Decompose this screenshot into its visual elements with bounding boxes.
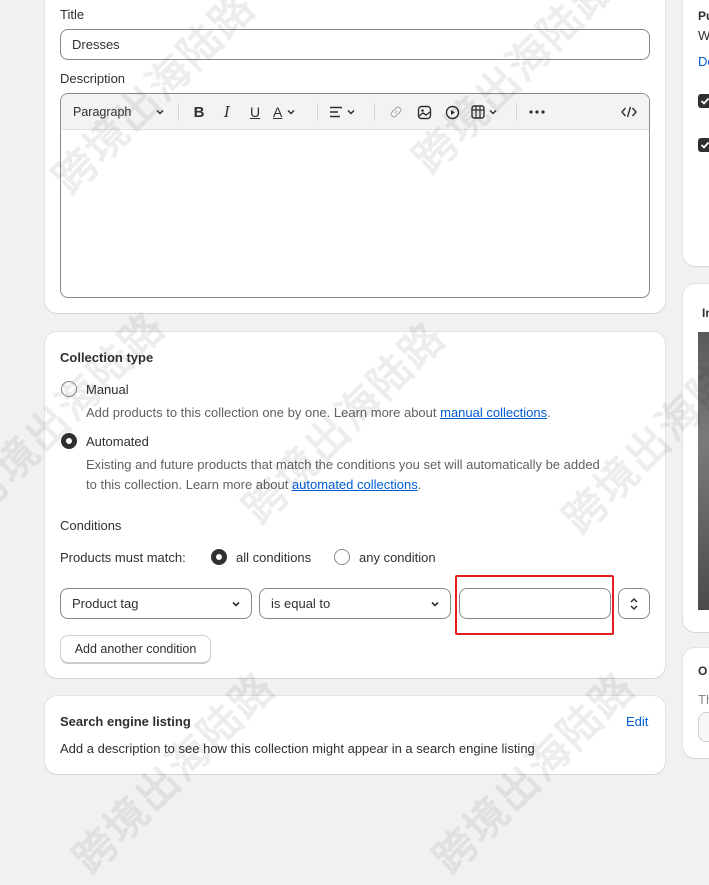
publishing-link[interactable]: De [698,54,709,69]
manual-radio-label[interactable]: Manual [86,382,129,397]
publishing-heading: Pu [698,9,709,23]
description-text-area[interactable] [61,131,649,297]
condition-field-value: Product tag [72,596,139,611]
chevron-down-icon [156,109,164,115]
seo-card: Search engine listing Edit Add a descrip… [45,696,665,774]
manual-help-text: Add products to this collection one by o… [86,403,551,423]
image-heading: Im [702,306,709,320]
online-store-heading: O [698,664,708,678]
image-card: Im [683,284,709,632]
all-conditions-radio[interactable] [211,549,227,565]
manual-radio[interactable] [61,381,77,397]
toolbar-divider [178,103,179,121]
italic-icon[interactable]: I [219,102,235,122]
editor-toolbar: Paragraph B I U A [61,94,649,130]
align-icon[interactable] [329,102,361,122]
manual-help-prefix: Add products to this collection one by o… [86,405,441,420]
paragraph-format-label: Paragraph [73,105,132,119]
sales-channel-checkbox[interactable] [698,138,709,152]
checkmark-icon [700,97,709,105]
more-icon[interactable] [528,102,546,122]
highlight-box [455,575,614,635]
bold-icon[interactable]: B [191,102,207,122]
automated-collections-link[interactable]: automated collections [292,477,418,492]
toolbar-divider [374,103,375,121]
seo-heading: Search engine listing [60,714,191,729]
conditions-heading: Conditions [60,518,122,533]
sales-channel-checkbox[interactable] [698,94,709,108]
video-icon[interactable] [443,102,461,122]
condition-operator-select[interactable]: is equal to [259,588,451,619]
add-another-condition-label: Add another condition [74,642,197,656]
description-editor: Paragraph B I U A [60,93,650,298]
online-store-subtext: Th [698,692,709,707]
link-icon[interactable] [387,102,405,122]
collection-image[interactable] [698,332,709,610]
underline-icon[interactable]: U [247,102,263,122]
code-view-icon[interactable] [619,102,639,122]
match-label: Products must match: [60,550,186,565]
text-color-icon[interactable]: A [273,102,305,122]
table-icon[interactable] [471,102,503,122]
checkmark-icon [700,141,709,149]
condition-stepper-button[interactable] [618,588,650,619]
image-icon[interactable] [415,102,433,122]
title-input-value: Dresses [72,37,120,52]
toolbar-divider [516,103,517,121]
automated-help-suffix: . [417,477,422,492]
any-condition-radio[interactable] [334,549,350,565]
manual-collections-link[interactable]: manual collections [440,405,547,420]
description-label: Description [60,71,126,86]
chevron-down-icon [232,601,240,607]
title-description-card: Title Dresses Description Paragraph B I … [45,0,665,313]
automated-radio[interactable] [61,433,77,449]
publishing-card: Pu W De [683,0,709,266]
automated-help-text: Existing and future products that match … [86,455,656,495]
theme-template-select[interactable] [698,712,709,742]
automated-help-line1: Existing and future products that match … [86,457,600,472]
title-input[interactable]: Dresses [60,29,650,60]
manual-help-suffix: . [547,405,551,420]
condition-field-select[interactable]: Product tag [60,588,252,619]
toolbar-divider [317,103,318,121]
add-another-condition-button[interactable]: Add another condition [60,635,211,663]
chevron-down-icon [431,601,439,607]
condition-operator-value: is equal to [271,596,331,611]
title-label: Title [60,7,85,22]
seo-edit-link[interactable]: Edit [626,714,648,729]
all-conditions-label[interactable]: all conditions [236,550,311,565]
paragraph-format-select[interactable]: Paragraph [73,102,165,122]
online-store-card: O Th [683,648,709,758]
up-down-chevron-icon [630,597,638,610]
automated-radio-label[interactable]: Automated [86,434,149,449]
collection-type-heading: Collection type [60,350,154,365]
collection-type-card: Collection type Manual Add products to t… [45,332,665,678]
publishing-subtext: W [698,28,709,43]
seo-help-text: Add a description to see how this collec… [60,741,535,756]
any-condition-label[interactable]: any condition [359,550,436,565]
automated-help-prefix: to this collection. Learn more about [86,477,292,492]
